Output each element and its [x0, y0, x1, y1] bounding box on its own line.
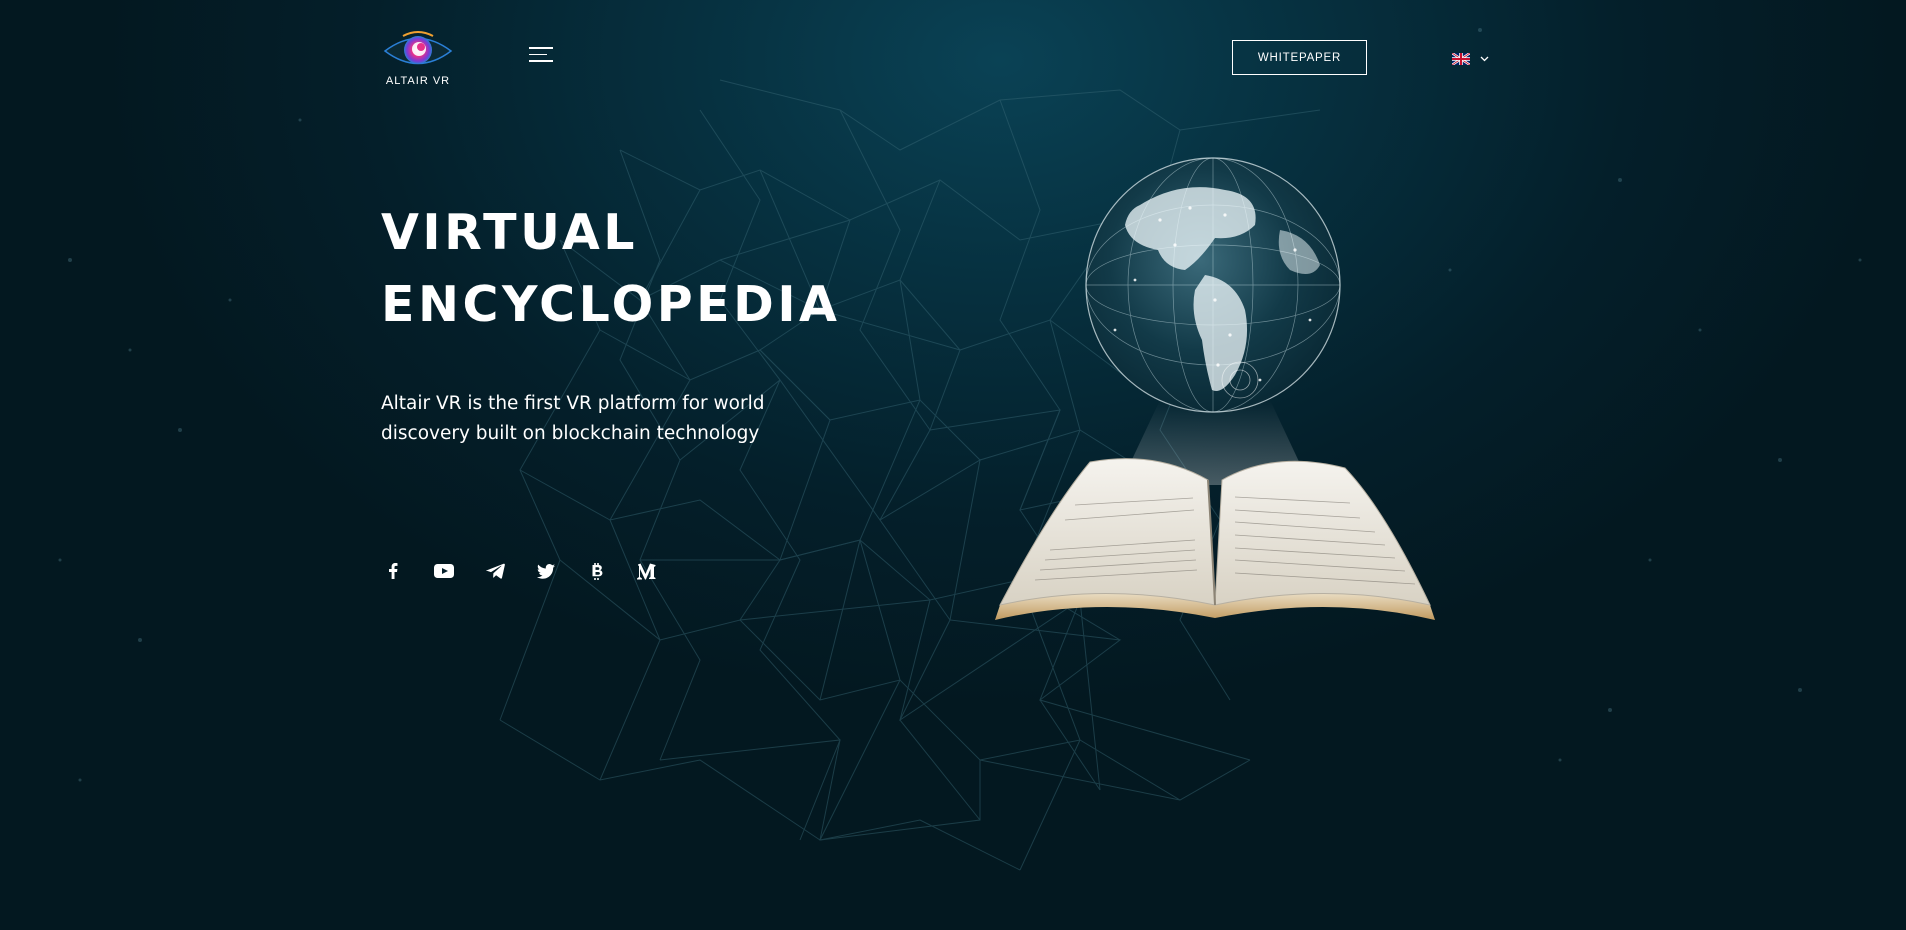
site-logo[interactable]: ALTAIR VR	[380, 30, 456, 92]
hero-description-line-1: Altair VR is the first VR platform for w…	[381, 393, 765, 414]
menu-hamburger-icon[interactable]	[529, 47, 553, 63]
social-links	[381, 560, 687, 582]
eye-logo-icon	[383, 31, 453, 65]
chevron-down-icon	[1480, 56, 1489, 62]
uk-flag-icon	[1452, 53, 1470, 65]
hero-description-line-2: discovery built on blockchain technology	[381, 423, 760, 444]
hero-title-line-2: ENCYCLOPEDIA	[381, 276, 841, 333]
telegram-icon[interactable]	[483, 560, 507, 582]
bitcoin-icon[interactable]	[585, 560, 609, 582]
whitepaper-button[interactable]: WHITEPAPER	[1232, 40, 1367, 75]
hero-title: VIRTUAL ENCYCLOPEDIA	[381, 197, 901, 341]
facebook-icon[interactable]	[381, 560, 405, 582]
youtube-icon[interactable]	[432, 560, 456, 582]
logo-text: ALTAIR VR	[385, 75, 451, 87]
globe-over-book-illustration	[995, 157, 1435, 620]
twitter-icon[interactable]	[534, 560, 558, 582]
hero-description: Altair VR is the first VR platform for w…	[381, 389, 821, 449]
site-header: ALTAIR VR WHITEPAPER	[0, 0, 1906, 110]
hero-title-line-1: VIRTUAL	[381, 204, 639, 261]
language-selector[interactable]	[1452, 51, 1489, 67]
globe-icon	[1085, 157, 1341, 413]
medium-icon[interactable]	[636, 560, 660, 582]
background-network-graphic	[58, 28, 1862, 871]
